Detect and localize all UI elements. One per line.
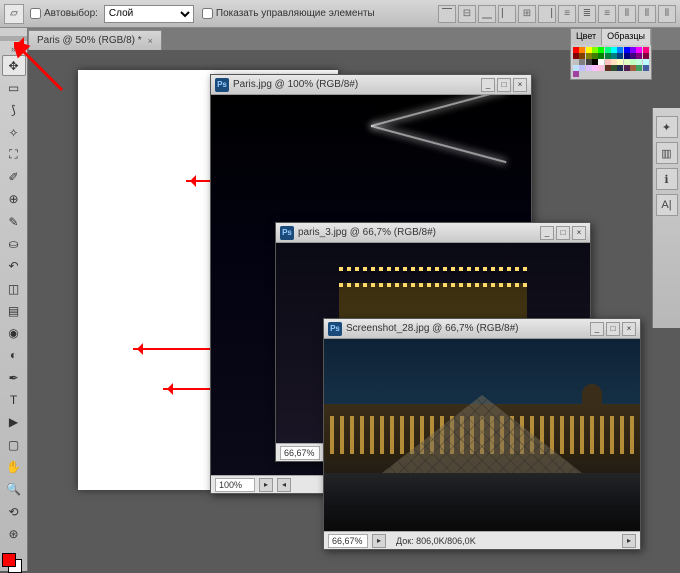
auto-select-checkbox[interactable] bbox=[30, 8, 41, 19]
distribute-right-icon[interactable]: ⦀ bbox=[658, 5, 676, 23]
panel-dock: ✦ ▥ ℹ A| bbox=[652, 108, 680, 328]
zoom-tool[interactable]: 🔍 bbox=[2, 479, 26, 499]
3d-orbit-tool[interactable]: ⊛ bbox=[2, 524, 26, 544]
minimize-icon[interactable]: _ bbox=[481, 78, 495, 92]
tab-color[interactable]: Цвет bbox=[571, 29, 602, 45]
minimize-icon[interactable]: _ bbox=[540, 226, 554, 240]
pen-tool[interactable]: ✒ bbox=[2, 368, 26, 388]
foreground-color[interactable] bbox=[2, 553, 16, 567]
rectangle-tool[interactable]: ▢ bbox=[2, 435, 26, 455]
show-controls-checkbox[interactable] bbox=[202, 8, 213, 19]
swatch[interactable] bbox=[573, 71, 579, 77]
right-panels: Цвет Образцы ✦ ▥ ℹ A| bbox=[570, 28, 680, 571]
panel-tabs: Цвет Образцы bbox=[571, 29, 651, 45]
show-controls-text: Показать управляющие элементы bbox=[216, 8, 375, 19]
zoom-field[interactable]: 66,67% bbox=[328, 534, 368, 548]
brush-tool[interactable]: ✎ bbox=[2, 212, 26, 232]
close-icon[interactable]: × bbox=[148, 36, 153, 46]
align-buttons-group: ⎺ ⊟ ⎽ ⎸ ⊞ ⎹ ≡ ≣ ≡ ⦀ ⦀ ⦀ bbox=[438, 5, 676, 23]
options-bar: ▱ Автовыбор: Слой Показать управляющие э… bbox=[0, 0, 680, 28]
status-btn[interactable]: ◂ bbox=[277, 478, 291, 492]
maximize-icon[interactable]: □ bbox=[556, 226, 570, 240]
show-controls-checkbox-label[interactable]: Показать управляющие элементы bbox=[202, 8, 375, 19]
distribute-bottom-icon[interactable]: ≡ bbox=[598, 5, 616, 23]
window-title: Paris.jpg @ 100% (RGB/8#) bbox=[233, 79, 358, 90]
gradient-tool[interactable]: ▤ bbox=[2, 301, 26, 321]
swatch[interactable] bbox=[579, 65, 585, 71]
current-tool-indicator: ▱ bbox=[4, 4, 24, 24]
info-icon[interactable]: ℹ bbox=[656, 168, 678, 190]
toolbox: » ✥ ▭ ⟆ ✧ ⛶ ✐ ⊕ ✎ ⛀ ↶ ◫ ▤ ◉ ◐ ✒ T ▶ ▢ ✋ … bbox=[0, 28, 28, 571]
history-brush-tool[interactable]: ↶ bbox=[2, 256, 26, 276]
tab-swatches[interactable]: Образцы bbox=[602, 29, 651, 45]
close-icon[interactable]: × bbox=[513, 78, 527, 92]
align-vcenter-icon[interactable]: ⊟ bbox=[458, 5, 476, 23]
eyedropper-tool[interactable]: ✐ bbox=[2, 167, 26, 187]
doc-size-label: Док: 806,0K/806,0K bbox=[396, 536, 476, 546]
crop-tool[interactable]: ⛶ bbox=[2, 145, 26, 165]
light-beam bbox=[371, 125, 507, 163]
stamp-tool[interactable]: ⛀ bbox=[2, 234, 26, 254]
align-right-icon[interactable]: ⎹ bbox=[538, 5, 556, 23]
ps-icon: Ps bbox=[215, 78, 229, 92]
distribute-left-icon[interactable]: ⦀ bbox=[618, 5, 636, 23]
align-top-icon[interactable]: ⎺ bbox=[438, 5, 456, 23]
path-select-tool[interactable]: ▶ bbox=[2, 412, 26, 432]
status-btn[interactable]: ▸ bbox=[372, 534, 386, 548]
swatch-grid[interactable] bbox=[571, 45, 651, 79]
swatch[interactable] bbox=[592, 65, 598, 71]
swatch[interactable] bbox=[630, 65, 636, 71]
character-icon[interactable]: A| bbox=[656, 194, 678, 216]
light-beam bbox=[371, 95, 507, 127]
ps-icon: Ps bbox=[328, 322, 342, 336]
window-titlebar[interactable]: Ps Paris.jpg @ 100% (RGB/8#) _ □ × bbox=[211, 75, 531, 95]
navigator-icon[interactable]: ✦ bbox=[656, 116, 678, 138]
swatch[interactable] bbox=[643, 65, 649, 71]
histogram-icon[interactable]: ▥ bbox=[656, 142, 678, 164]
light-row bbox=[339, 283, 527, 287]
dodge-tool[interactable]: ◐ bbox=[2, 345, 26, 365]
swatch[interactable] bbox=[636, 65, 642, 71]
ps-icon: Ps bbox=[280, 226, 294, 240]
hand-tool[interactable]: ✋ bbox=[2, 457, 26, 477]
zoom-field[interactable]: 66,67% bbox=[280, 446, 320, 460]
3d-rotate-tool[interactable]: ⟲ bbox=[2, 501, 26, 521]
align-left-icon[interactable]: ⎸ bbox=[498, 5, 516, 23]
align-bottom-icon[interactable]: ⎽ bbox=[478, 5, 496, 23]
eraser-tool[interactable]: ◫ bbox=[2, 278, 26, 298]
blur-tool[interactable]: ◉ bbox=[2, 323, 26, 343]
align-hcenter-icon[interactable]: ⊞ bbox=[518, 5, 536, 23]
color-swatches[interactable] bbox=[0, 549, 24, 571]
window-titlebar[interactable]: Ps paris_3.jpg @ 66,7% (RGB/8#) _ □ × bbox=[276, 223, 590, 243]
wand-tool[interactable]: ✧ bbox=[2, 122, 26, 142]
distribute-hcenter-icon[interactable]: ⦀ bbox=[638, 5, 656, 23]
window-title: paris_3.jpg @ 66,7% (RGB/8#) bbox=[298, 227, 436, 238]
swatch[interactable] bbox=[586, 65, 592, 71]
swatch[interactable] bbox=[617, 65, 623, 71]
heal-tool[interactable]: ⊕ bbox=[2, 189, 26, 209]
auto-select-text: Автовыбор: bbox=[44, 8, 98, 19]
swatch[interactable] bbox=[624, 65, 630, 71]
zoom-field[interactable]: 100% bbox=[215, 478, 255, 492]
type-tool[interactable]: T bbox=[2, 390, 26, 410]
swatches-panel: Цвет Образцы bbox=[570, 28, 652, 80]
annotation-arrow-tool bbox=[14, 42, 64, 92]
window-title: Screenshot_28.jpg @ 66,7% (RGB/8#) bbox=[346, 323, 518, 334]
maximize-icon[interactable]: □ bbox=[497, 78, 511, 92]
distribute-top-icon[interactable]: ≡ bbox=[558, 5, 576, 23]
light-row bbox=[339, 267, 527, 271]
lasso-tool[interactable]: ⟆ bbox=[2, 100, 26, 120]
swatch[interactable] bbox=[611, 65, 617, 71]
status-btn[interactable]: ▸ bbox=[259, 478, 273, 492]
swatch[interactable] bbox=[598, 65, 604, 71]
layer-group-dropdown[interactable]: Слой bbox=[104, 5, 194, 23]
auto-select-checkbox-label[interactable]: Автовыбор: bbox=[30, 8, 98, 19]
distribute-vcenter-icon[interactable]: ≣ bbox=[578, 5, 596, 23]
swatch[interactable] bbox=[605, 65, 611, 71]
